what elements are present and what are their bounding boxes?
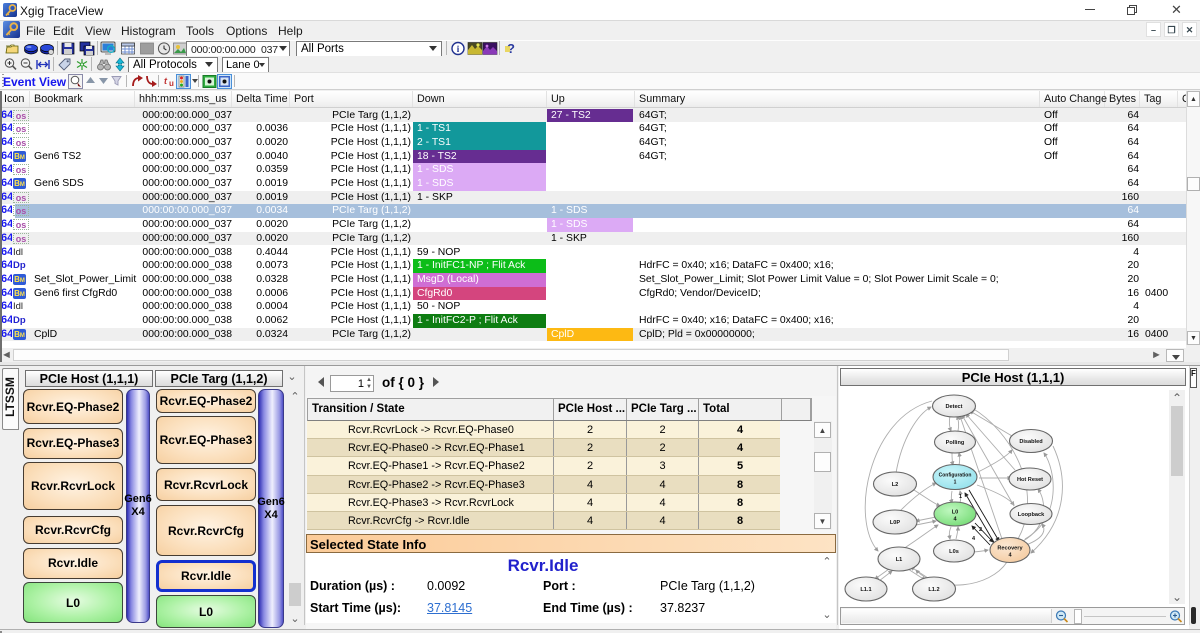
svg-text:L0: L0: [952, 510, 959, 516]
svg-text:L2: L2: [892, 482, 899, 488]
svg-text:L1.2: L1.2: [928, 587, 939, 593]
svg-text:L0s: L0s: [949, 549, 959, 555]
svg-text:L1.1: L1.1: [860, 587, 871, 593]
svg-text:Hot Reset: Hot Reset: [1017, 477, 1043, 483]
svg-text:2: 2: [979, 527, 982, 533]
svg-text:Detect: Detect: [945, 404, 962, 410]
svg-text:L1: L1: [896, 557, 903, 563]
svg-text:Polling: Polling: [946, 440, 965, 446]
svg-text:1: 1: [959, 494, 962, 500]
svg-text:L0P: L0P: [890, 520, 901, 526]
svg-text:1: 1: [954, 480, 957, 486]
svg-text:t: t: [164, 76, 168, 86]
svg-text:u: u: [169, 79, 174, 88]
svg-text:Recovery: Recovery: [997, 546, 1023, 552]
svg-text:Disabled: Disabled: [1019, 439, 1043, 445]
svg-text:Loopback: Loopback: [1018, 512, 1045, 518]
svg-text:4: 4: [972, 536, 976, 542]
svg-text:Configuration: Configuration: [939, 473, 972, 479]
